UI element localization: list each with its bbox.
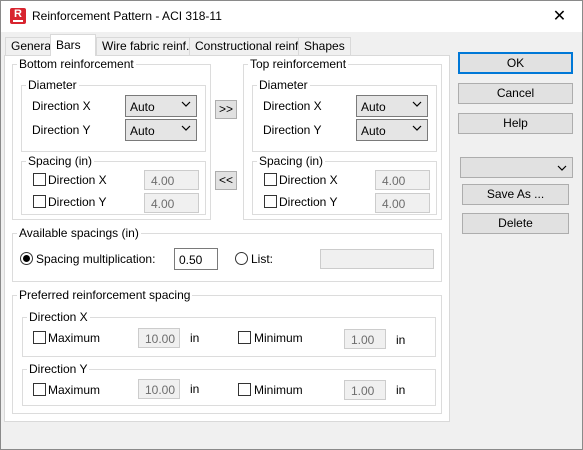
help-button[interactable]: Help	[458, 113, 573, 134]
available-spacings-group: Available spacings (in) Spacing multipli…	[12, 226, 442, 282]
preferred-x-minimum-field[interactable]: 1.00	[344, 329, 386, 349]
preferred-y-minimum-field[interactable]: 1.00	[344, 380, 386, 400]
bottom-spacing-group: Spacing (in) Direction X 4.00 Direction …	[21, 154, 206, 215]
copy-to-top-button[interactable]: >>	[215, 100, 237, 119]
bottom-diameter-group: Diameter Direction X Auto Direction Y Au…	[21, 78, 206, 152]
bottom-spacing-x-checkbox[interactable]	[33, 173, 46, 186]
top-reinforcement-group: Top reinforcement Diameter Direction X A…	[243, 57, 442, 220]
preferred-direction-x-group: Direction X Maximum 10.00 in Minimum 1.0…	[22, 310, 436, 357]
bottom-diameter-y-select[interactable]: Auto	[125, 119, 197, 141]
ok-button[interactable]: OK	[458, 52, 573, 74]
bottom-spacing-y-checkbox[interactable]	[33, 195, 46, 208]
copy-to-bottom-button[interactable]: <<	[215, 171, 237, 190]
top-spacing-group: Spacing (in) Direction X 4.00 Direction …	[252, 154, 437, 215]
save-as-button[interactable]: Save As ...	[462, 184, 569, 205]
tab-constructional[interactable]: Constructional reinf.	[189, 37, 308, 55]
app-logo-icon: R	[10, 8, 26, 24]
preferred-x-maximum-field[interactable]: 10.00	[138, 328, 180, 348]
chevron-down-icon	[181, 101, 191, 107]
top-spacing-x-field[interactable]: 4.00	[375, 170, 430, 190]
close-button[interactable]: ✕	[537, 1, 582, 32]
top-diameter-group: Diameter Direction X Auto Direction Y Au…	[252, 78, 437, 152]
tab-panel-bars: Bottom reinforcement Diameter Direction …	[4, 55, 450, 422]
top-spacing-y-checkbox[interactable]	[264, 195, 277, 208]
preferred-direction-y-group: Direction Y Maximum 10.00 in Minimum 1.0…	[22, 362, 436, 406]
cancel-button[interactable]: Cancel	[458, 83, 573, 104]
preferred-y-maximum-field[interactable]: 10.00	[138, 379, 180, 399]
bottom-reinforcement-group: Bottom reinforcement Diameter Direction …	[12, 57, 211, 220]
tab-bars[interactable]: Bars	[50, 34, 96, 56]
chevron-down-icon	[181, 125, 191, 131]
tab-wire-fabric[interactable]: Wire fabric reinf.	[96, 37, 196, 55]
window-title: Reinforcement Pattern - ACI 318-11	[32, 9, 222, 23]
preferred-x-maximum-checkbox[interactable]	[33, 331, 46, 344]
bottom-spacing-x-field[interactable]: 4.00	[144, 170, 199, 190]
title-bar[interactable]: R Reinforcement Pattern - ACI 318-11 ✕	[1, 1, 582, 32]
preset-select[interactable]	[460, 157, 573, 178]
preferred-y-maximum-checkbox[interactable]	[33, 383, 46, 396]
chevron-down-icon	[557, 165, 567, 171]
spacing-list-radio[interactable]	[235, 252, 248, 265]
spacing-multiplication-radio[interactable]	[20, 252, 33, 265]
top-diameter-y-select[interactable]: Auto	[356, 119, 428, 141]
preferred-x-minimum-checkbox[interactable]	[238, 331, 251, 344]
tab-shapes[interactable]: Shapes	[298, 37, 351, 55]
bottom-diameter-x-select[interactable]: Auto	[125, 95, 197, 117]
group-title: Top reinforcement	[248, 57, 349, 71]
bottom-spacing-y-field[interactable]: 4.00	[144, 193, 199, 213]
spacing-multiplication-input[interactable]: 0.50	[174, 248, 218, 270]
preferred-spacing-group: Preferred reinforcement spacing Directio…	[12, 288, 442, 414]
top-diameter-x-select[interactable]: Auto	[356, 95, 428, 117]
chevron-down-icon	[412, 101, 422, 107]
top-spacing-x-checkbox[interactable]	[264, 173, 277, 186]
dialog-window: R Reinforcement Pattern - ACI 318-11 ✕ G…	[0, 0, 583, 450]
close-icon: ✕	[552, 8, 567, 25]
spacing-list-input[interactable]	[320, 249, 434, 269]
preferred-y-minimum-checkbox[interactable]	[238, 383, 251, 396]
chevron-down-icon	[412, 125, 422, 131]
top-spacing-y-field[interactable]: 4.00	[375, 193, 430, 213]
delete-button[interactable]: Delete	[462, 213, 569, 234]
group-title: Bottom reinforcement	[17, 57, 136, 71]
